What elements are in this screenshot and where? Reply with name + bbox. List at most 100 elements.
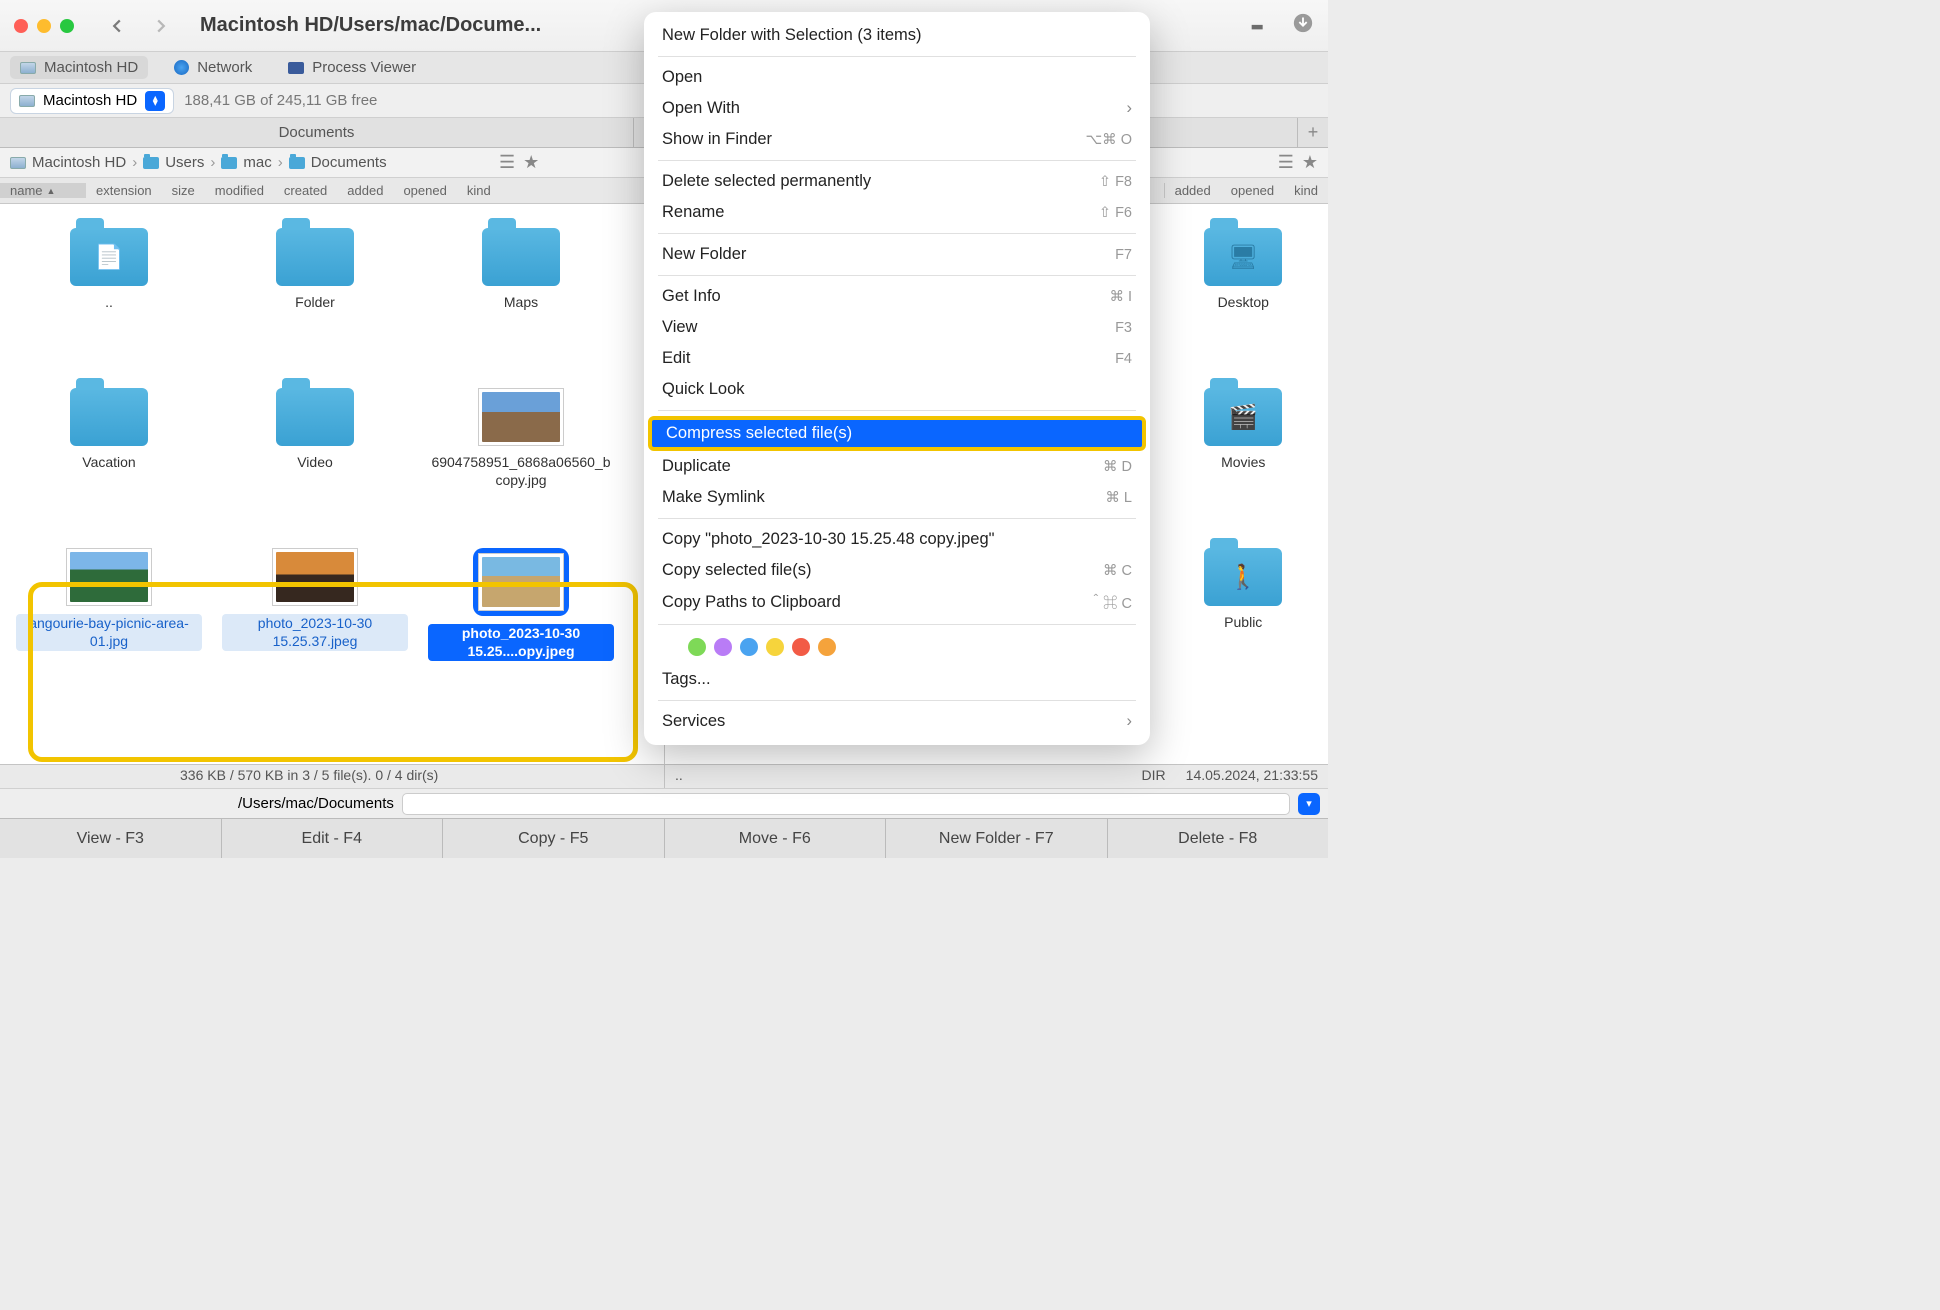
file-label: Maps: [504, 294, 538, 312]
new-folder-button[interactable]: New Folder - F7: [886, 819, 1108, 858]
menu-services[interactable]: Services›: [644, 706, 1150, 737]
folder-icon: 🚶: [1204, 548, 1282, 606]
menu-copy-paths[interactable]: Copy Paths to Clipboard＾⌘ C: [644, 586, 1150, 619]
server-icon[interactable]: [1248, 12, 1270, 39]
disk-icon: [10, 157, 26, 169]
image-thumbnail: [478, 388, 564, 446]
col-modified[interactable]: modified: [205, 183, 274, 198]
menu-new-folder-selection[interactable]: New Folder with Selection (3 items): [644, 20, 1150, 51]
back-button[interactable]: [98, 11, 136, 41]
menu-compress-selected[interactable]: Compress selected file(s): [648, 416, 1146, 451]
list-view-icon[interactable]: ☰: [499, 152, 515, 173]
menu-tags[interactable]: Tags...: [644, 664, 1150, 695]
image-thumbnail-selected: [473, 548, 569, 616]
tag-purple[interactable]: [714, 638, 732, 656]
file-item[interactable]: 🎬 Movies: [1165, 380, 1323, 540]
disk-icon: [19, 95, 35, 107]
file-item[interactable]: Folder: [212, 220, 418, 380]
close-icon[interactable]: [14, 19, 28, 33]
tag-blue[interactable]: [740, 638, 758, 656]
menu-duplicate[interactable]: Duplicate⌘ D: [644, 451, 1150, 482]
file-item[interactable]: photo_2023-10-30 15.25.37.jpeg: [212, 540, 418, 700]
col-size[interactable]: size: [162, 183, 205, 198]
col-opened[interactable]: opened: [393, 183, 456, 198]
download-icon[interactable]: [1292, 12, 1314, 39]
tag-red[interactable]: [792, 638, 810, 656]
view-button[interactable]: View - F3: [0, 819, 222, 858]
file-label: photo_2023-10-30 15.25....opy.jpeg: [428, 624, 614, 661]
favorite-icon[interactable]: ★: [523, 152, 539, 173]
menu-open[interactable]: Open: [644, 62, 1150, 93]
volume-selector[interactable]: Macintosh HD ▴▾: [10, 88, 174, 114]
pane-tab-left[interactable]: Documents: [0, 118, 634, 147]
command-input[interactable]: [402, 793, 1290, 815]
col-created[interactable]: created: [274, 183, 337, 198]
menu-rename[interactable]: Rename⇧ F6: [644, 197, 1150, 228]
add-tab-button[interactable]: +: [1298, 118, 1328, 147]
chevron-down-icon[interactable]: ▾: [1298, 793, 1320, 815]
file-item[interactable]: 🚶 Public: [1165, 540, 1323, 700]
menu-copy-selected[interactable]: Copy selected file(s)⌘ C: [644, 555, 1150, 586]
col-opened[interactable]: opened: [1221, 183, 1284, 198]
tag-colors: [644, 630, 1150, 664]
col-added[interactable]: added: [1164, 183, 1221, 198]
tag-green[interactable]: [688, 638, 706, 656]
folder-icon: [482, 228, 560, 286]
status-bar: 336 KB / 570 KB in 3 / 5 file(s). 0 / 4 …: [0, 764, 1328, 788]
tab-process-viewer[interactable]: Process Viewer: [278, 56, 426, 79]
file-item[interactable]: angourie-bay-picnic-area-01.jpg: [6, 540, 212, 700]
crumb[interactable]: Users: [165, 154, 204, 171]
file-item[interactable]: Video: [212, 380, 418, 540]
folder-icon: 📄: [70, 228, 148, 286]
tab-network[interactable]: Network: [164, 56, 262, 79]
menu-delete-permanently[interactable]: Delete selected permanently⇧ F8: [644, 166, 1150, 197]
minimize-icon[interactable]: [37, 19, 51, 33]
col-name[interactable]: name▲: [0, 183, 86, 198]
menu-edit[interactable]: EditF4: [644, 343, 1150, 374]
copy-button[interactable]: Copy - F5: [443, 819, 665, 858]
favorite-icon[interactable]: ★: [1302, 152, 1318, 173]
status-up: ..: [664, 765, 685, 788]
col-kind[interactable]: kind: [1284, 183, 1328, 198]
crumb[interactable]: mac: [243, 154, 271, 171]
left-pane[interactable]: 📄 .. Folder Maps Vacation Video 6904: [0, 204, 665, 764]
list-view-icon[interactable]: ☰: [1278, 152, 1294, 173]
file-item[interactable]: 📄 ..: [6, 220, 212, 380]
file-label: Vacation: [82, 454, 135, 472]
col-kind[interactable]: kind: [457, 183, 501, 198]
disk-free-label: 188,41 GB of 245,11 GB free: [184, 92, 377, 109]
menu-get-info[interactable]: Get Info⌘ I: [644, 281, 1150, 312]
chevron-updown-icon[interactable]: ▴▾: [145, 91, 165, 111]
file-item[interactable]: 🖥 Desktop: [1165, 220, 1323, 380]
menu-new-folder[interactable]: New FolderF7: [644, 239, 1150, 270]
maximize-icon[interactable]: [60, 19, 74, 33]
tag-orange[interactable]: [818, 638, 836, 656]
menu-show-in-finder[interactable]: Show in Finder⌥⌘ O: [644, 124, 1150, 155]
menu-make-symlink[interactable]: Make Symlink⌘ L: [644, 482, 1150, 513]
chevron-right-icon: ›: [1127, 712, 1133, 731]
crumb[interactable]: Macintosh HD: [32, 154, 126, 171]
folder-icon: [276, 388, 354, 446]
tab-macintosh-hd[interactable]: Macintosh HD: [10, 56, 148, 79]
file-item[interactable]: Maps: [418, 220, 624, 380]
col-added[interactable]: added: [337, 183, 393, 198]
folder-icon: [276, 228, 354, 286]
file-item[interactable]: 6904758951_6868a06560_b copy.jpg: [418, 380, 624, 540]
delete-button[interactable]: Delete - F8: [1108, 819, 1329, 858]
forward-button[interactable]: [142, 11, 180, 41]
edit-button[interactable]: Edit - F4: [222, 819, 444, 858]
file-label: angourie-bay-picnic-area-01.jpg: [16, 614, 202, 651]
tag-gray[interactable]: [662, 638, 680, 656]
crumb[interactable]: Documents: [311, 154, 387, 171]
menu-quick-look[interactable]: Quick Look: [644, 374, 1150, 405]
tag-yellow[interactable]: [766, 638, 784, 656]
menu-open-with[interactable]: Open With›: [644, 93, 1150, 124]
status-left: 336 KB / 570 KB in 3 / 5 file(s). 0 / 4 …: [0, 765, 664, 788]
move-button[interactable]: Move - F6: [665, 819, 887, 858]
menu-view[interactable]: ViewF3: [644, 312, 1150, 343]
col-extension[interactable]: extension: [86, 183, 162, 198]
menu-copy-named-file[interactable]: Copy "photo_2023-10-30 15.25.48 copy.jpe…: [644, 524, 1150, 555]
file-item[interactable]: photo_2023-10-30 15.25....opy.jpeg: [418, 540, 624, 700]
file-item[interactable]: Vacation: [6, 380, 212, 540]
window-controls: [14, 19, 74, 33]
